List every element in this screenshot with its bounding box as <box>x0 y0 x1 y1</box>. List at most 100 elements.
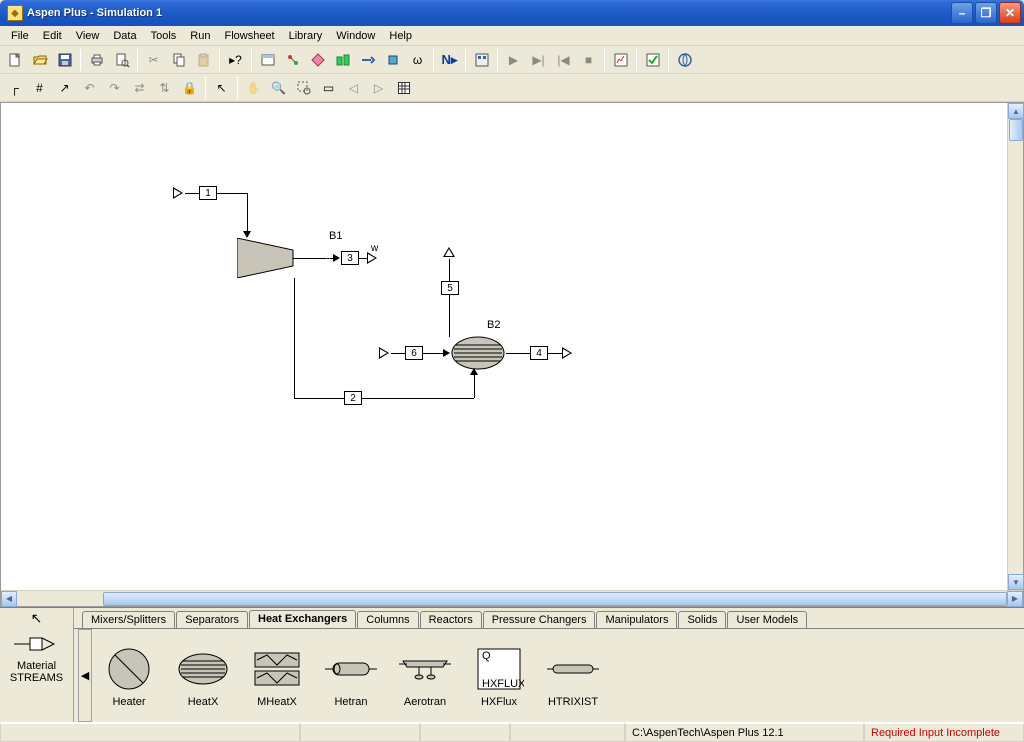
save-icon[interactable] <box>53 48 76 71</box>
stream-1[interactable]: 1 <box>199 186 217 200</box>
maximize-button[interactable]: ❐ <box>975 2 997 24</box>
material-label: Material <box>17 660 56 672</box>
scroll-right-icon[interactable]: ▶ <box>1007 591 1023 607</box>
material-stream-icon[interactable] <box>12 628 62 660</box>
arrow-icon <box>243 231 251 238</box>
convergence-icon[interactable]: ω <box>406 48 429 71</box>
unit-htrixist[interactable]: HTRIXIST <box>536 644 610 708</box>
menu-library[interactable]: Library <box>282 28 330 44</box>
zoom-in-icon[interactable]: 🔍 <box>267 76 290 99</box>
arrow-icon <box>333 254 340 262</box>
unit-heater[interactable]: Heater <box>92 644 166 708</box>
scroll-up-icon[interactable]: ▲ <box>1008 103 1024 119</box>
connector <box>449 295 450 337</box>
connector <box>548 353 562 354</box>
arrow-icon <box>443 349 450 357</box>
menu-flowsheet[interactable]: Flowsheet <box>217 28 281 44</box>
tab-mixers-splitters[interactable]: Mixers/Splitters <box>82 611 175 628</box>
select-pointer-icon[interactable]: ↖ <box>29 610 45 626</box>
tab-reactors[interactable]: Reactors <box>420 611 482 628</box>
scroll-down-icon[interactable]: ▼ <box>1008 574 1024 590</box>
unit-mheatx[interactable]: MHeatX <box>240 644 314 708</box>
streams-icon[interactable] <box>356 48 379 71</box>
connector <box>474 375 475 398</box>
stream-3[interactable]: 3 <box>341 251 359 265</box>
minimize-button[interactable]: – <box>951 2 973 24</box>
unit-hxflux[interactable]: QHXFLUX HXFlux <box>462 644 536 708</box>
stream-4[interactable]: 4 <box>530 346 548 360</box>
tab-manipulators[interactable]: Manipulators <box>596 611 677 628</box>
check-results-icon[interactable] <box>641 48 664 71</box>
app-icon: ◆ <box>7 5 23 21</box>
print-icon[interactable] <box>85 48 108 71</box>
tab-heat-exchangers[interactable]: Heat Exchangers <box>249 610 356 628</box>
connector <box>391 353 405 354</box>
flowsheet-canvas[interactable]: 1 B1 3 w 2 6 <box>1 103 1023 606</box>
tab-pressure-changers[interactable]: Pressure Changers <box>483 611 596 628</box>
tab-solids[interactable]: Solids <box>678 611 726 628</box>
options-icon[interactable] <box>392 76 415 99</box>
zoom-full-icon[interactable]: ▭ <box>317 76 340 99</box>
control-panel-icon[interactable] <box>470 48 493 71</box>
block-b2-icon[interactable] <box>450 335 506 371</box>
scroll-thumb[interactable] <box>103 592 1007 606</box>
menu-data[interactable]: Data <box>106 28 143 44</box>
close-button[interactable]: ✕ <box>999 2 1021 24</box>
unit-aerotran[interactable]: Aerotran <box>388 644 462 708</box>
grid-icon[interactable]: # <box>28 76 51 99</box>
new-icon[interactable] <box>3 48 26 71</box>
connector <box>294 398 344 399</box>
status-message: Required Input Incomplete <box>864 723 1024 742</box>
window-controls: – ❐ ✕ <box>951 2 1021 24</box>
block-b1-icon[interactable] <box>237 238 301 278</box>
stream-6[interactable]: 6 <box>405 346 423 360</box>
svg-text:Q: Q <box>482 650 491 662</box>
components-icon[interactable] <box>306 48 329 71</box>
rotate-right-icon: ↷ <box>103 76 126 99</box>
model-nav-left[interactable]: ◀ <box>78 629 92 722</box>
menu-file[interactable]: File <box>4 28 36 44</box>
aspen-icon[interactable] <box>673 48 696 71</box>
unit-heatx[interactable]: HeatX <box>166 644 240 708</box>
tab-columns[interactable]: Columns <box>357 611 418 628</box>
next-step-button[interactable]: N▸ <box>438 48 461 71</box>
properties-icon[interactable] <box>331 48 354 71</box>
scroll-left-icon[interactable]: ◀ <box>1 591 17 607</box>
menu-edit[interactable]: Edit <box>36 28 69 44</box>
connector <box>362 398 474 399</box>
menu-view[interactable]: View <box>69 28 107 44</box>
menu-window[interactable]: Window <box>329 28 382 44</box>
lock-icon[interactable]: 🔒 <box>178 76 201 99</box>
copy-icon[interactable] <box>167 48 190 71</box>
results-icon[interactable] <box>609 48 632 71</box>
pointer-icon[interactable]: ↖ <box>210 76 233 99</box>
menu-run[interactable]: Run <box>183 28 217 44</box>
flowsheet-icon[interactable] <box>281 48 304 71</box>
unit-hetran[interactable]: Hetran <box>314 644 388 708</box>
horizontal-scrollbar[interactable]: ◀ ▶ <box>1 590 1023 606</box>
scroll-thumb[interactable] <box>1009 119 1023 141</box>
product-arrow-icon <box>443 247 455 259</box>
status-bar: C:\AspenTech\Aspen Plus 12.1 Required In… <box>0 722 1024 742</box>
model-library-stream-panel: ↖ Material STREAMS <box>0 608 74 723</box>
tab-user-models[interactable]: User Models <box>727 611 807 628</box>
zoom-area-icon[interactable] <box>292 76 315 99</box>
print-preview-icon[interactable] <box>110 48 133 71</box>
streams-label: STREAMS <box>10 672 63 684</box>
open-icon[interactable] <box>28 48 51 71</box>
vertical-scrollbar[interactable]: ▲ ▼ <box>1007 103 1023 590</box>
stream-2[interactable]: 2 <box>344 391 362 405</box>
status-hint <box>0 723 300 742</box>
block-b2-label: B2 <box>487 319 500 331</box>
menu-tools[interactable]: Tools <box>144 28 184 44</box>
stream-5[interactable]: 5 <box>441 281 459 295</box>
menu-help[interactable]: Help <box>382 28 419 44</box>
blocks-icon[interactable] <box>381 48 404 71</box>
zoom-fit-icon[interactable]: ↗ <box>53 76 76 99</box>
tab-separators[interactable]: Separators <box>176 611 248 628</box>
help-pointer-icon[interactable]: ▸? <box>224 48 247 71</box>
toolbar-flowsheet: ┌ # ↗ ↶ ↷ ⇄ ⇅ 🔒 ↖ ✋ 🔍 ▭ ◁ ▷ <box>0 74 1024 102</box>
data-browser-icon[interactable] <box>256 48 279 71</box>
window-title: Aspen Plus - Simulation 1 <box>27 7 951 19</box>
snap-icon[interactable]: ┌ <box>3 76 26 99</box>
